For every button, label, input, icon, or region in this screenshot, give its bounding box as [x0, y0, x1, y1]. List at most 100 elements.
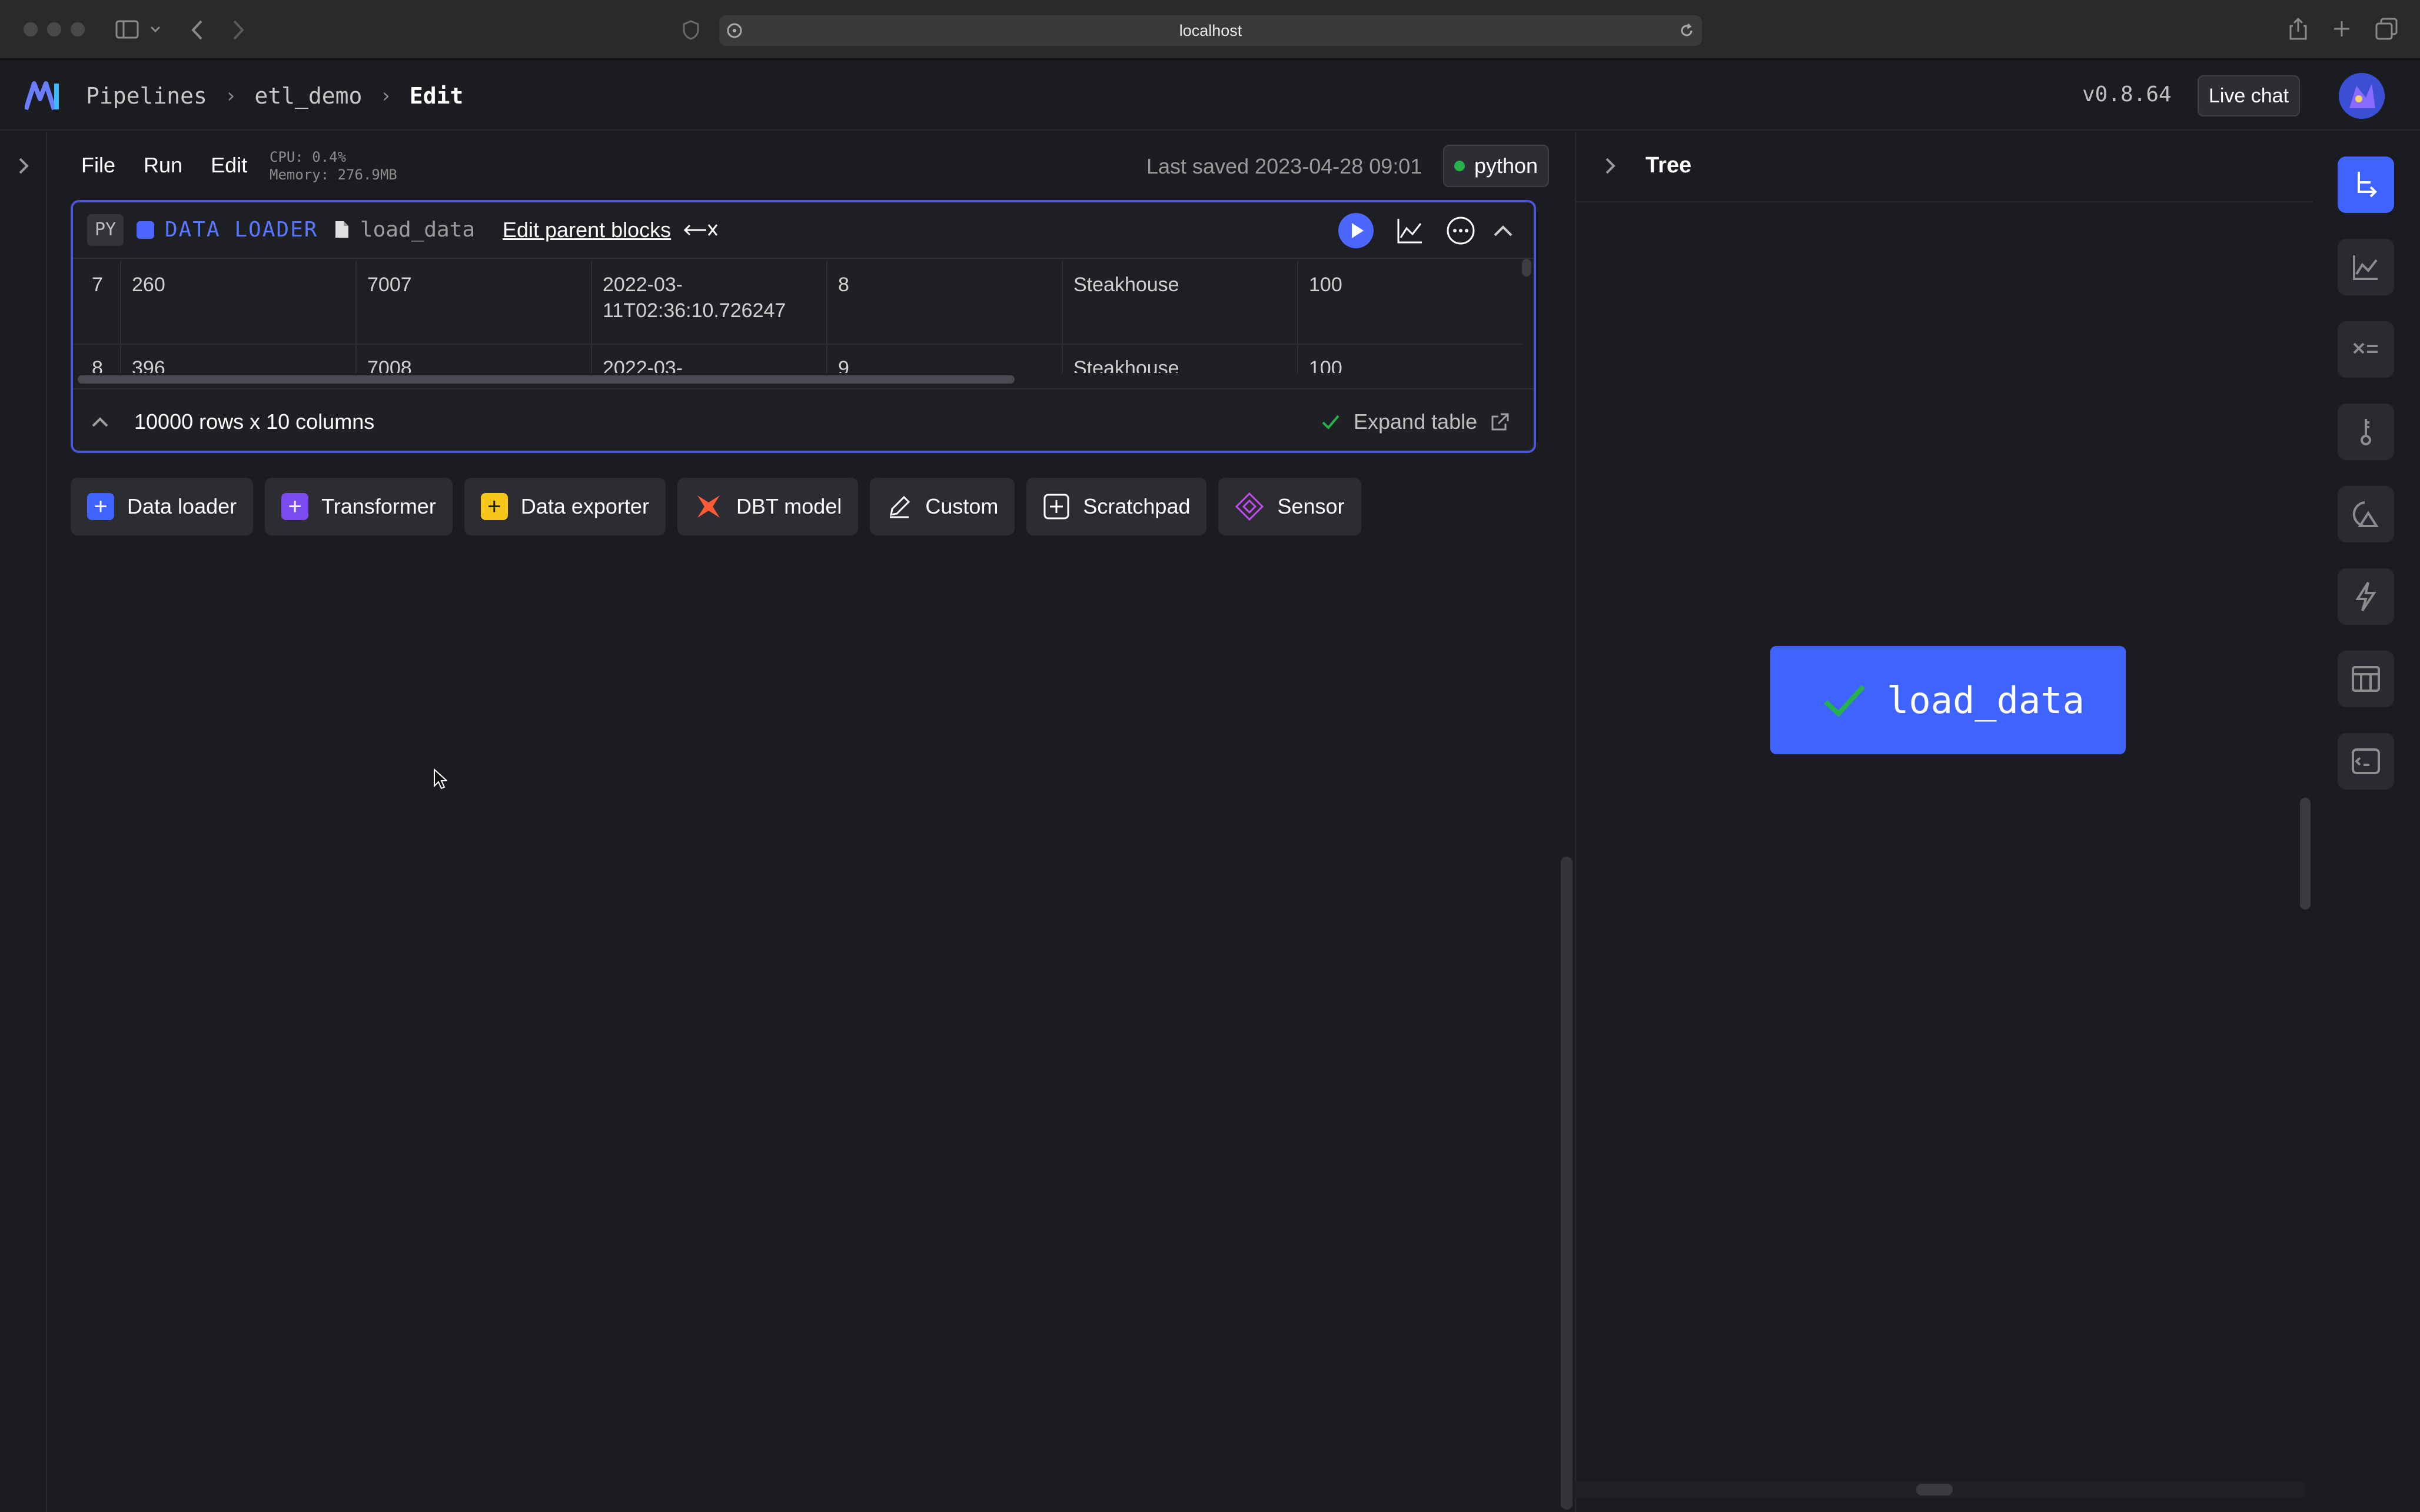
- chevron-right-icon[interactable]: [1600, 155, 1621, 176]
- reload-icon[interactable]: [1678, 22, 1695, 39]
- window-close-button[interactable]: [24, 22, 38, 36]
- table-cell: 7008: [355, 345, 591, 373]
- more-options-icon[interactable]: [1445, 215, 1476, 246]
- play-icon: [1352, 223, 1364, 238]
- output-table[interactable]: 7 260 7007 2022-03-11T02:36:10.726247 8 …: [73, 261, 1523, 373]
- file-icon: [335, 221, 348, 238]
- rows-columns-summary: 10000 rows x 10 columns: [134, 409, 375, 434]
- table-cell: 260: [120, 261, 355, 344]
- data-loader-block[interactable]: PY DATA LOADER load_data Edit parent blo…: [71, 200, 1536, 453]
- forward-icon[interactable]: [230, 19, 247, 41]
- rail-extensions-button[interactable]: [2338, 486, 2394, 542]
- add-custom-label: Custom: [925, 494, 999, 518]
- breadcrumb-pipelines[interactable]: Pipelines: [86, 83, 207, 109]
- add-sensor-label: Sensor: [1277, 494, 1345, 518]
- rail-tree-button[interactable]: [2338, 156, 2394, 213]
- table-cell: 2022-03-: [591, 345, 826, 373]
- menu-file[interactable]: File: [81, 153, 115, 178]
- new-tab-icon[interactable]: [2332, 19, 2352, 39]
- expand-table-button[interactable]: Expand table: [1321, 407, 1510, 437]
- tree-horizontal-scroll-thumb[interactable]: [1916, 1484, 1953, 1496]
- add-data-loader-button[interactable]: + Data loader: [71, 478, 254, 535]
- table-vertical-scrollbar[interactable]: [1522, 259, 1531, 277]
- menu-edit[interactable]: Edit: [211, 153, 247, 178]
- block-type-label: DATA LOADER: [165, 218, 318, 242]
- rail-charts-button[interactable]: [2338, 239, 2394, 295]
- menu-run[interactable]: Run: [144, 153, 182, 178]
- terminal-icon: [2352, 748, 2380, 774]
- rail-variables-button[interactable]: [2338, 321, 2394, 378]
- add-scratchpad-button[interactable]: Scratchpad: [1026, 478, 1207, 535]
- tree-vertical-scrollbar[interactable]: [2300, 798, 2311, 910]
- tree-panel-title: Tree: [1646, 153, 1692, 178]
- cpu-usage: CPU: 0.4%: [270, 149, 347, 165]
- lightning-icon: [2355, 581, 2376, 612]
- table-cell: 396: [120, 345, 355, 373]
- url-bar[interactable]: localhost: [719, 15, 1702, 46]
- live-chat-button[interactable]: Live chat: [2198, 75, 2300, 116]
- table-cell: 2022-03-11T02:36:10.726247: [591, 261, 826, 344]
- table-footer: 10000 rows x 10 columns Expand table: [73, 388, 1534, 451]
- table-cell: 8: [826, 261, 1062, 344]
- check-icon: [1322, 415, 1339, 429]
- rail-triggers-button[interactable]: [2338, 568, 2394, 625]
- table-cell: 100: [1297, 345, 1523, 373]
- expand-sidebar-icon[interactable]: [15, 155, 32, 176]
- avatar[interactable]: [2339, 73, 2385, 119]
- add-custom-button[interactable]: Custom: [870, 478, 1015, 535]
- kernel-name: python: [1474, 154, 1538, 178]
- tab-overview-icon[interactable]: [2375, 18, 2398, 40]
- block-name[interactable]: load_data: [360, 215, 475, 245]
- shield-icon: [683, 20, 699, 40]
- tree-node-load-data[interactable]: load_data: [1770, 646, 2126, 754]
- chevron-down-icon[interactable]: [149, 24, 161, 35]
- add-data-exporter-button[interactable]: + Data exporter: [464, 478, 666, 535]
- chevron-right-icon: ›: [380, 84, 392, 108]
- rail-terminal-button[interactable]: [2338, 733, 2394, 790]
- table-cell: 8: [92, 357, 103, 373]
- kernel-status-button[interactable]: python: [1443, 145, 1549, 187]
- chevron-right-icon: ›: [224, 84, 237, 108]
- table-cell: Steakhouse: [1062, 261, 1297, 344]
- check-icon: [1824, 685, 1865, 717]
- chevron-up-icon[interactable]: [1491, 219, 1515, 242]
- table-horizontal-scroll-thumb[interactable]: [78, 375, 1015, 384]
- main-vertical-scrollbar[interactable]: [1561, 857, 1573, 1510]
- rail-secrets-button[interactable]: [2338, 404, 2394, 460]
- plus-square-icon: [1043, 494, 1069, 519]
- share-icon[interactable]: [2288, 16, 2308, 41]
- add-data-loader-label: Data loader: [127, 494, 237, 518]
- tree-icon: [2358, 172, 2377, 198]
- table-cell: Steakhouse: [1062, 345, 1297, 373]
- run-block-button[interactable]: [1338, 213, 1374, 248]
- chart-icon[interactable]: [1395, 215, 1425, 246]
- left-sidebar-strip: [0, 132, 47, 1512]
- pencil-icon: [890, 495, 910, 518]
- block-color-indicator: [137, 221, 154, 239]
- add-scratchpad-label: Scratchpad: [1083, 494, 1191, 518]
- tree-node-label: load_data: [1887, 678, 2085, 722]
- dependency-arrows-icon[interactable]: [683, 220, 719, 240]
- breadcrumb-pipeline[interactable]: etl_demo: [254, 83, 362, 109]
- edit-parent-blocks-link[interactable]: Edit parent blocks: [503, 215, 671, 245]
- memory-usage: Memory: 276.9MB: [270, 166, 397, 183]
- add-sensor-button[interactable]: Sensor: [1218, 478, 1361, 535]
- avatar-icon: [2339, 73, 2385, 119]
- add-transformer-button[interactable]: + Transformer: [265, 478, 453, 535]
- chart-icon: [2353, 255, 2378, 280]
- sidebar-toggle-icon[interactable]: [115, 20, 139, 39]
- window-zoom-button[interactable]: [71, 22, 85, 36]
- rail-table-button[interactable]: [2338, 651, 2394, 707]
- table-icon: [2352, 666, 2380, 692]
- sensor-icon: [1235, 492, 1264, 521]
- table-cell: 100: [1297, 261, 1523, 344]
- kernel-status-dot: [1454, 161, 1465, 171]
- table-horizontal-scrollbar[interactable]: [73, 373, 1534, 386]
- add-dbt-model-button[interactable]: DBT model: [677, 478, 859, 535]
- back-icon[interactable]: [188, 19, 206, 41]
- variables-icon: [2353, 342, 2378, 354]
- mage-logo-icon[interactable]: [25, 81, 62, 111]
- url-text: localhost: [1179, 22, 1242, 39]
- window-minimize-button[interactable]: [47, 22, 61, 36]
- chevron-up-icon[interactable]: [89, 412, 111, 433]
